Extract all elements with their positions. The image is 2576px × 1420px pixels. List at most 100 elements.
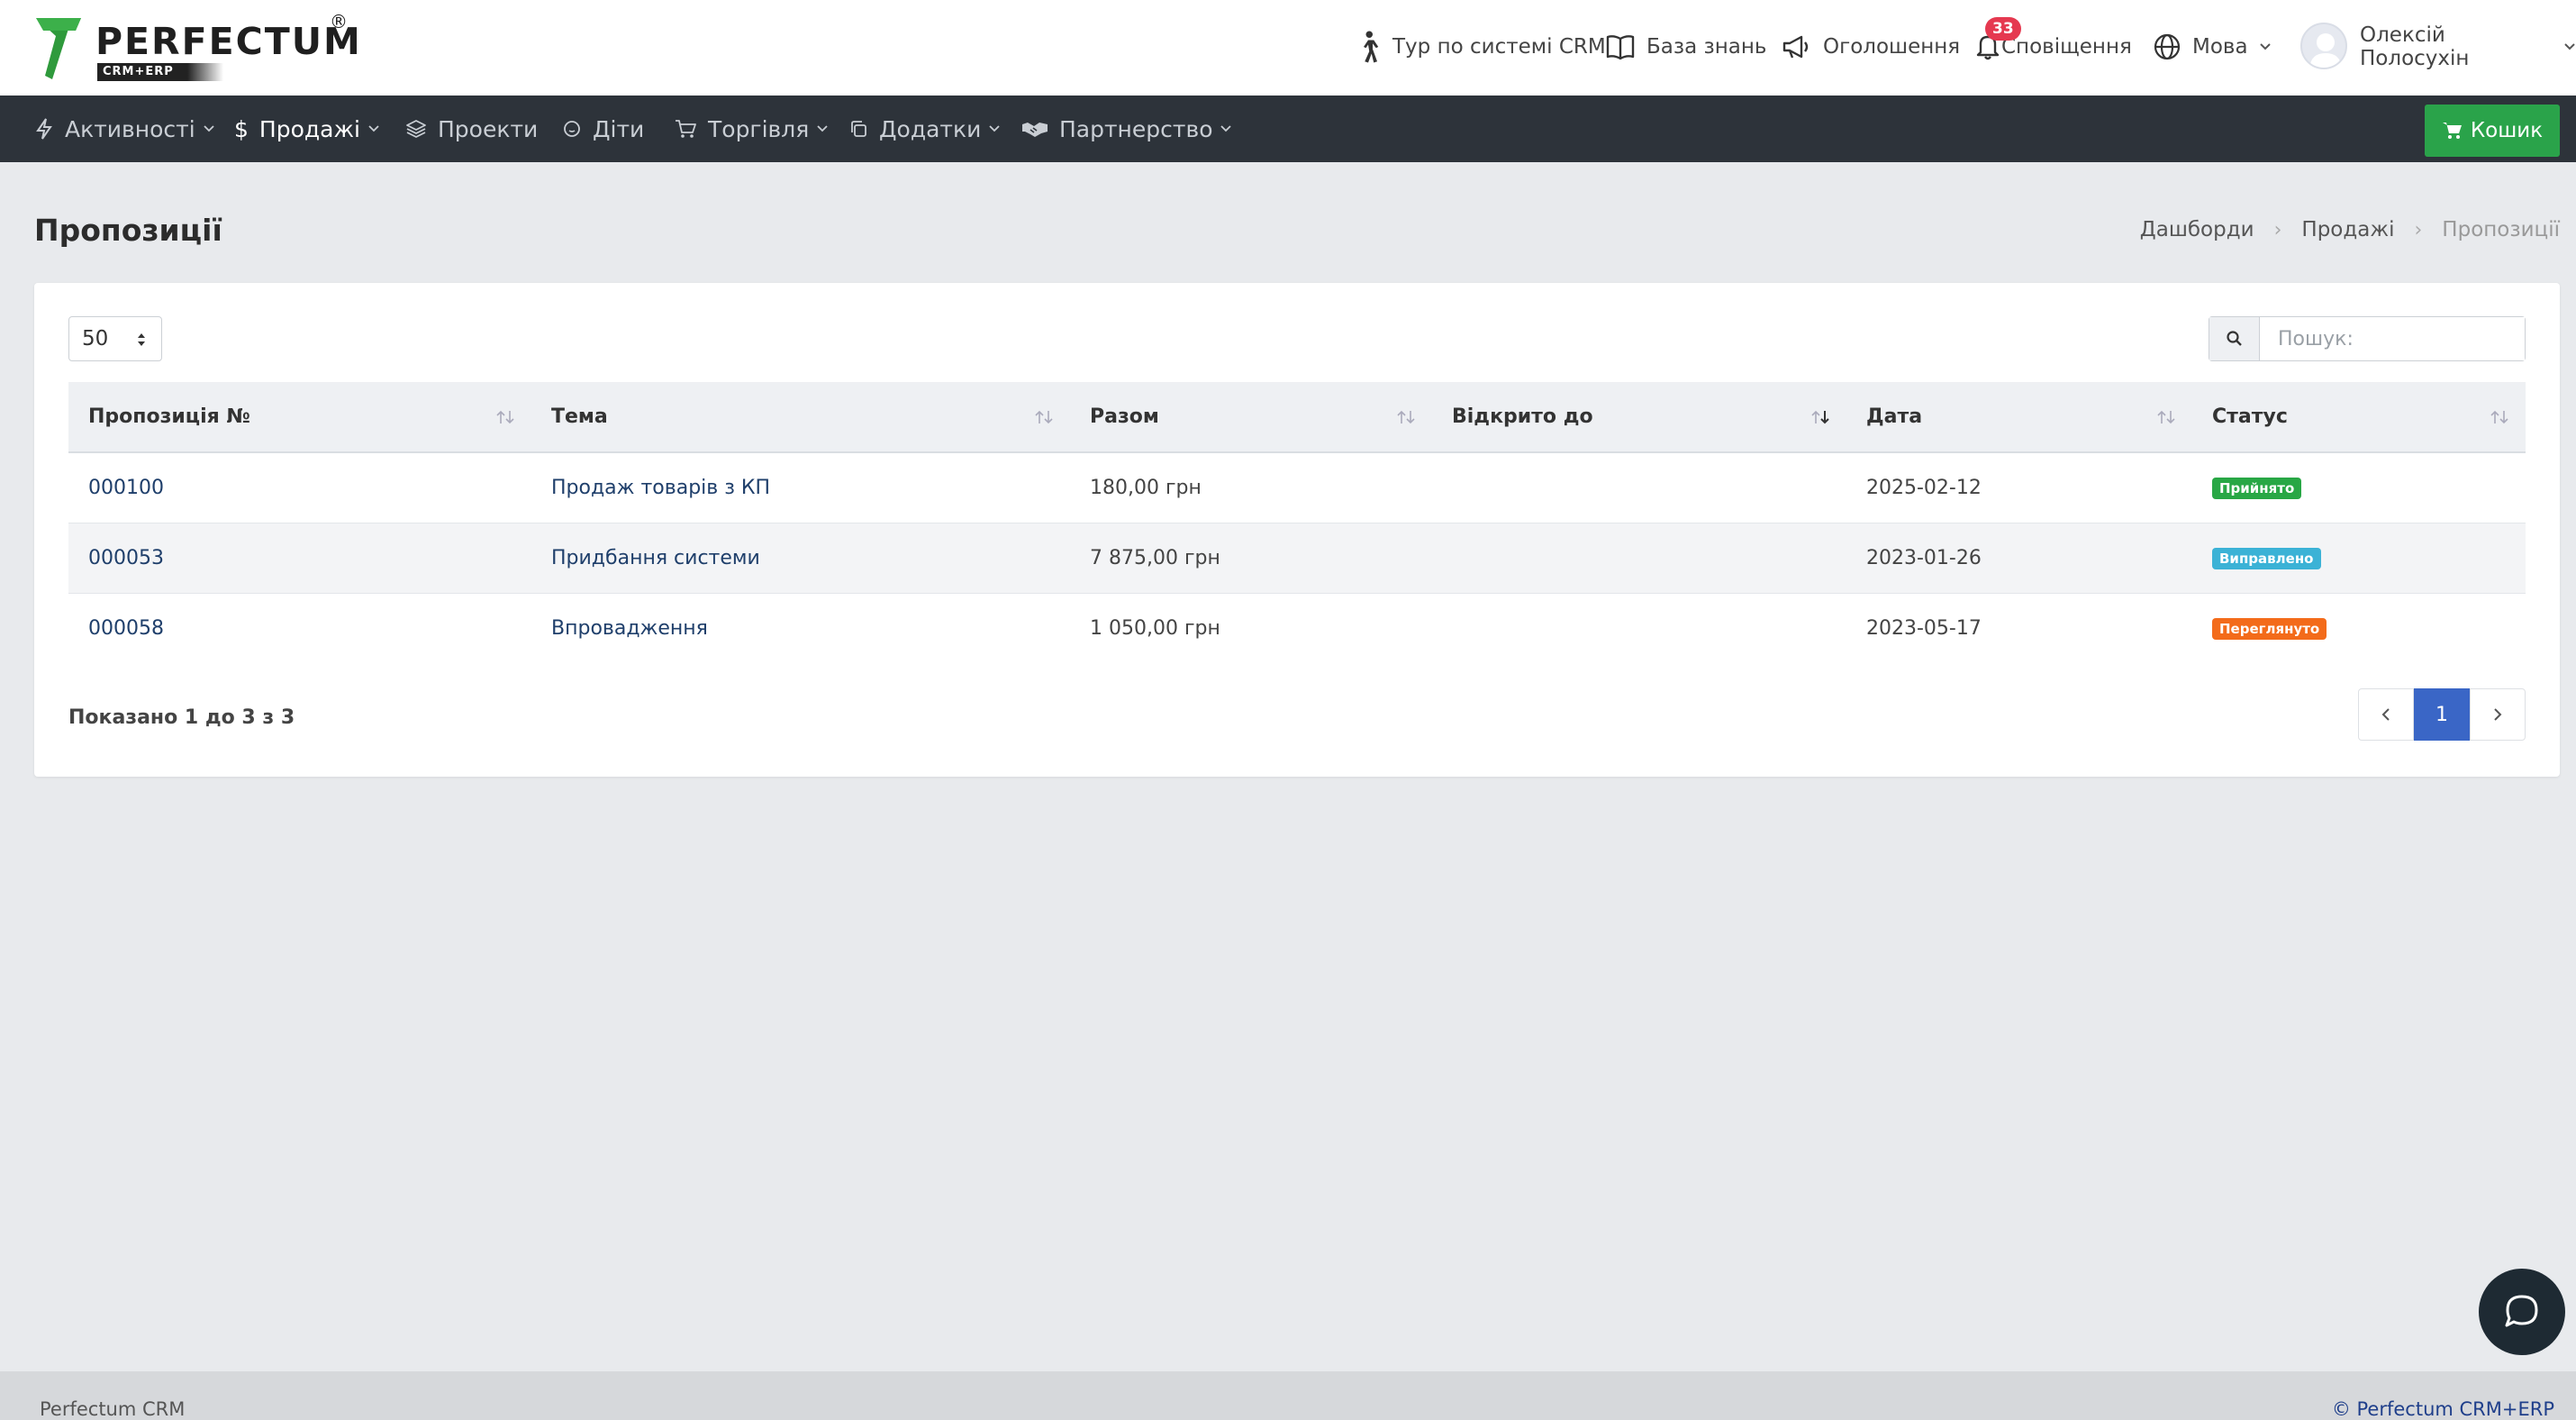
search-input[interactable]	[2260, 317, 2525, 360]
proposal-subject-link[interactable]: Продаж товарів з КП	[551, 477, 770, 499]
brand-registered: ®	[330, 11, 348, 32]
cart-button-label: Кошик	[2470, 119, 2544, 142]
search-box	[2209, 316, 2526, 361]
chevron-down-icon	[1220, 125, 1232, 132]
column-header-open-till[interactable]: Відкрито до	[1432, 382, 1846, 452]
proposal-total: 7 875,00 грн	[1090, 546, 1220, 569]
select-arrows-icon	[138, 333, 145, 346]
notifications-count-badge: 33	[1985, 17, 2021, 41]
column-header-date[interactable]: Дата	[1846, 382, 2192, 452]
nav-partnership-label: Партнерство	[1059, 115, 1213, 142]
nav-trade-label: Торгівля	[708, 115, 810, 142]
nav-kids[interactable]: Діти	[562, 96, 644, 162]
proposal-date: 2025-02-12	[1866, 476, 1982, 499]
breadcrumb-sales[interactable]: Продажі	[2301, 218, 2394, 241]
top-header: PERFECTUM ® CRM+ERP Тур по системі CRM Б…	[0, 0, 2576, 96]
table-row: 000100 Продаж товарів з КП 180,00 грн 20…	[68, 452, 2526, 523]
user-menu[interactable]: Олексій Полосухін	[2360, 23, 2576, 70]
user-avatar[interactable]	[2300, 23, 2347, 69]
chevron-down-icon	[2259, 43, 2271, 50]
language-dropdown[interactable]: Мова	[2153, 27, 2272, 67]
copy-icon	[851, 121, 866, 137]
proposal-subject-link[interactable]: Впровадження	[551, 617, 708, 640]
column-header-label: Пропозиція №	[88, 405, 250, 428]
cart-button[interactable]: Кошик	[2425, 105, 2560, 157]
column-header-label: Дата	[1866, 405, 1923, 428]
page-length-select[interactable]: 50	[68, 316, 162, 361]
brand-subtitle-fade	[187, 63, 223, 81]
proposal-number-link[interactable]: 000058	[88, 617, 164, 640]
proposal-open-till	[1432, 452, 1846, 523]
user-silhouette-icon	[2309, 33, 2342, 68]
chevron-down-icon	[817, 125, 828, 132]
proposal-total: 1 050,00 грн	[1090, 616, 1220, 640]
nav-projects[interactable]: Проекти	[405, 96, 538, 162]
megaphone-icon	[1782, 35, 1809, 59]
table-row: 000053 Придбання системи 7 875,00 грн 20…	[68, 523, 2526, 593]
nav-addons[interactable]: Додатки	[848, 96, 1001, 162]
pagination-next-button[interactable]	[2470, 688, 2526, 741]
nav-kids-label: Діти	[593, 115, 645, 142]
nav-activities-label: Активності	[65, 115, 195, 142]
baby-icon	[564, 121, 580, 137]
sort-desc-icon	[1811, 410, 1829, 424]
column-header-subject[interactable]: Тема	[531, 382, 1070, 452]
cart-outline-icon	[676, 120, 696, 138]
footer-copyright-link[interactable]: © Perfectum CRM+ERP	[2332, 1398, 2554, 1420]
page-title: Пропозиції	[34, 213, 222, 248]
column-header-label: Відкрито до	[1452, 405, 1593, 428]
chevron-down-icon	[368, 125, 379, 132]
proposals-table: Пропозиція № Тема Разом Відкрито до Дата…	[68, 382, 2526, 663]
nav-partnership[interactable]: Партнерство	[1021, 96, 1232, 162]
breadcrumb-dashboards[interactable]: Дашборди	[2140, 218, 2254, 241]
nav-addons-label: Додатки	[879, 115, 982, 142]
chevron-down-icon	[204, 125, 214, 132]
column-header-status[interactable]: Статус	[2192, 382, 2526, 452]
chevron-right-icon	[2494, 708, 2502, 721]
nav-trade[interactable]: Торгівля	[674, 96, 829, 162]
pagination-prev-button[interactable]	[2358, 688, 2414, 741]
proposal-subject-link[interactable]: Придбання системи	[551, 547, 760, 569]
nav-projects-label: Проекти	[438, 115, 539, 142]
brand-name: PERFECTUM	[95, 20, 362, 63]
breadcrumb-separator-icon: ›	[2414, 218, 2423, 241]
tour-label: Тур по системі CRM	[1392, 35, 1606, 59]
proposal-number-link[interactable]: 000053	[88, 547, 164, 569]
announcements-link[interactable]: Оголошення	[1782, 27, 1960, 67]
tour-link[interactable]: Тур по системі CRM	[1355, 27, 1606, 67]
proposal-open-till	[1432, 523, 1846, 593]
pagination: 1	[2358, 688, 2526, 741]
column-header-label: Тема	[551, 405, 608, 428]
search-addon	[2209, 317, 2260, 360]
nav-activities[interactable]: Активності	[34, 96, 215, 162]
user-name: Олексій Полосухін	[2360, 23, 2470, 70]
chevron-left-icon	[2381, 708, 2390, 721]
column-header-number[interactable]: Пропозиція №	[68, 382, 531, 452]
breadcrumb-separator-icon: ›	[2273, 218, 2282, 241]
brand-logo[interactable]: PERFECTUM ® CRM+ERP	[34, 11, 360, 83]
table-header-row: Пропозиція № Тема Разом Відкрито до Дата…	[68, 382, 2526, 452]
column-header-total[interactable]: Разом	[1070, 382, 1432, 452]
announcements-label: Оголошення	[1823, 35, 1961, 59]
logo-mark-icon	[36, 18, 81, 79]
chat-button[interactable]	[2479, 1269, 2565, 1355]
status-badge: Виправлено	[2212, 548, 2321, 569]
brand-subtitle: CRM+ERP	[97, 63, 187, 81]
page-length-value: 50	[82, 327, 109, 350]
column-header-label: Разом	[1090, 405, 1159, 428]
knowledge-base-link[interactable]: База знань	[1605, 27, 1766, 67]
pagination-page-button[interactable]: 1	[2414, 688, 2470, 741]
sort-icon	[496, 410, 514, 424]
column-header-label: Статус	[2212, 405, 2288, 428]
status-badge: Переглянуто	[2212, 618, 2327, 641]
proposal-total: 180,00 грн	[1090, 476, 1202, 499]
proposal-number-link[interactable]: 000100	[88, 477, 164, 499]
sort-icon	[2157, 410, 2175, 424]
nav-sales-label: Продажі	[259, 115, 360, 142]
status-badge: Прийнято	[2212, 478, 2302, 500]
footer-app-name: Perfectum CRM	[40, 1398, 186, 1420]
nav-sales[interactable]: $ Продажі	[234, 96, 380, 162]
table-row: 000058 Впровадження 1 050,00 грн 2023-05…	[68, 593, 2526, 663]
footer: Perfectum CRM © Perfectum CRM+ERP	[0, 1371, 2576, 1420]
globe-icon	[2154, 33, 2181, 60]
